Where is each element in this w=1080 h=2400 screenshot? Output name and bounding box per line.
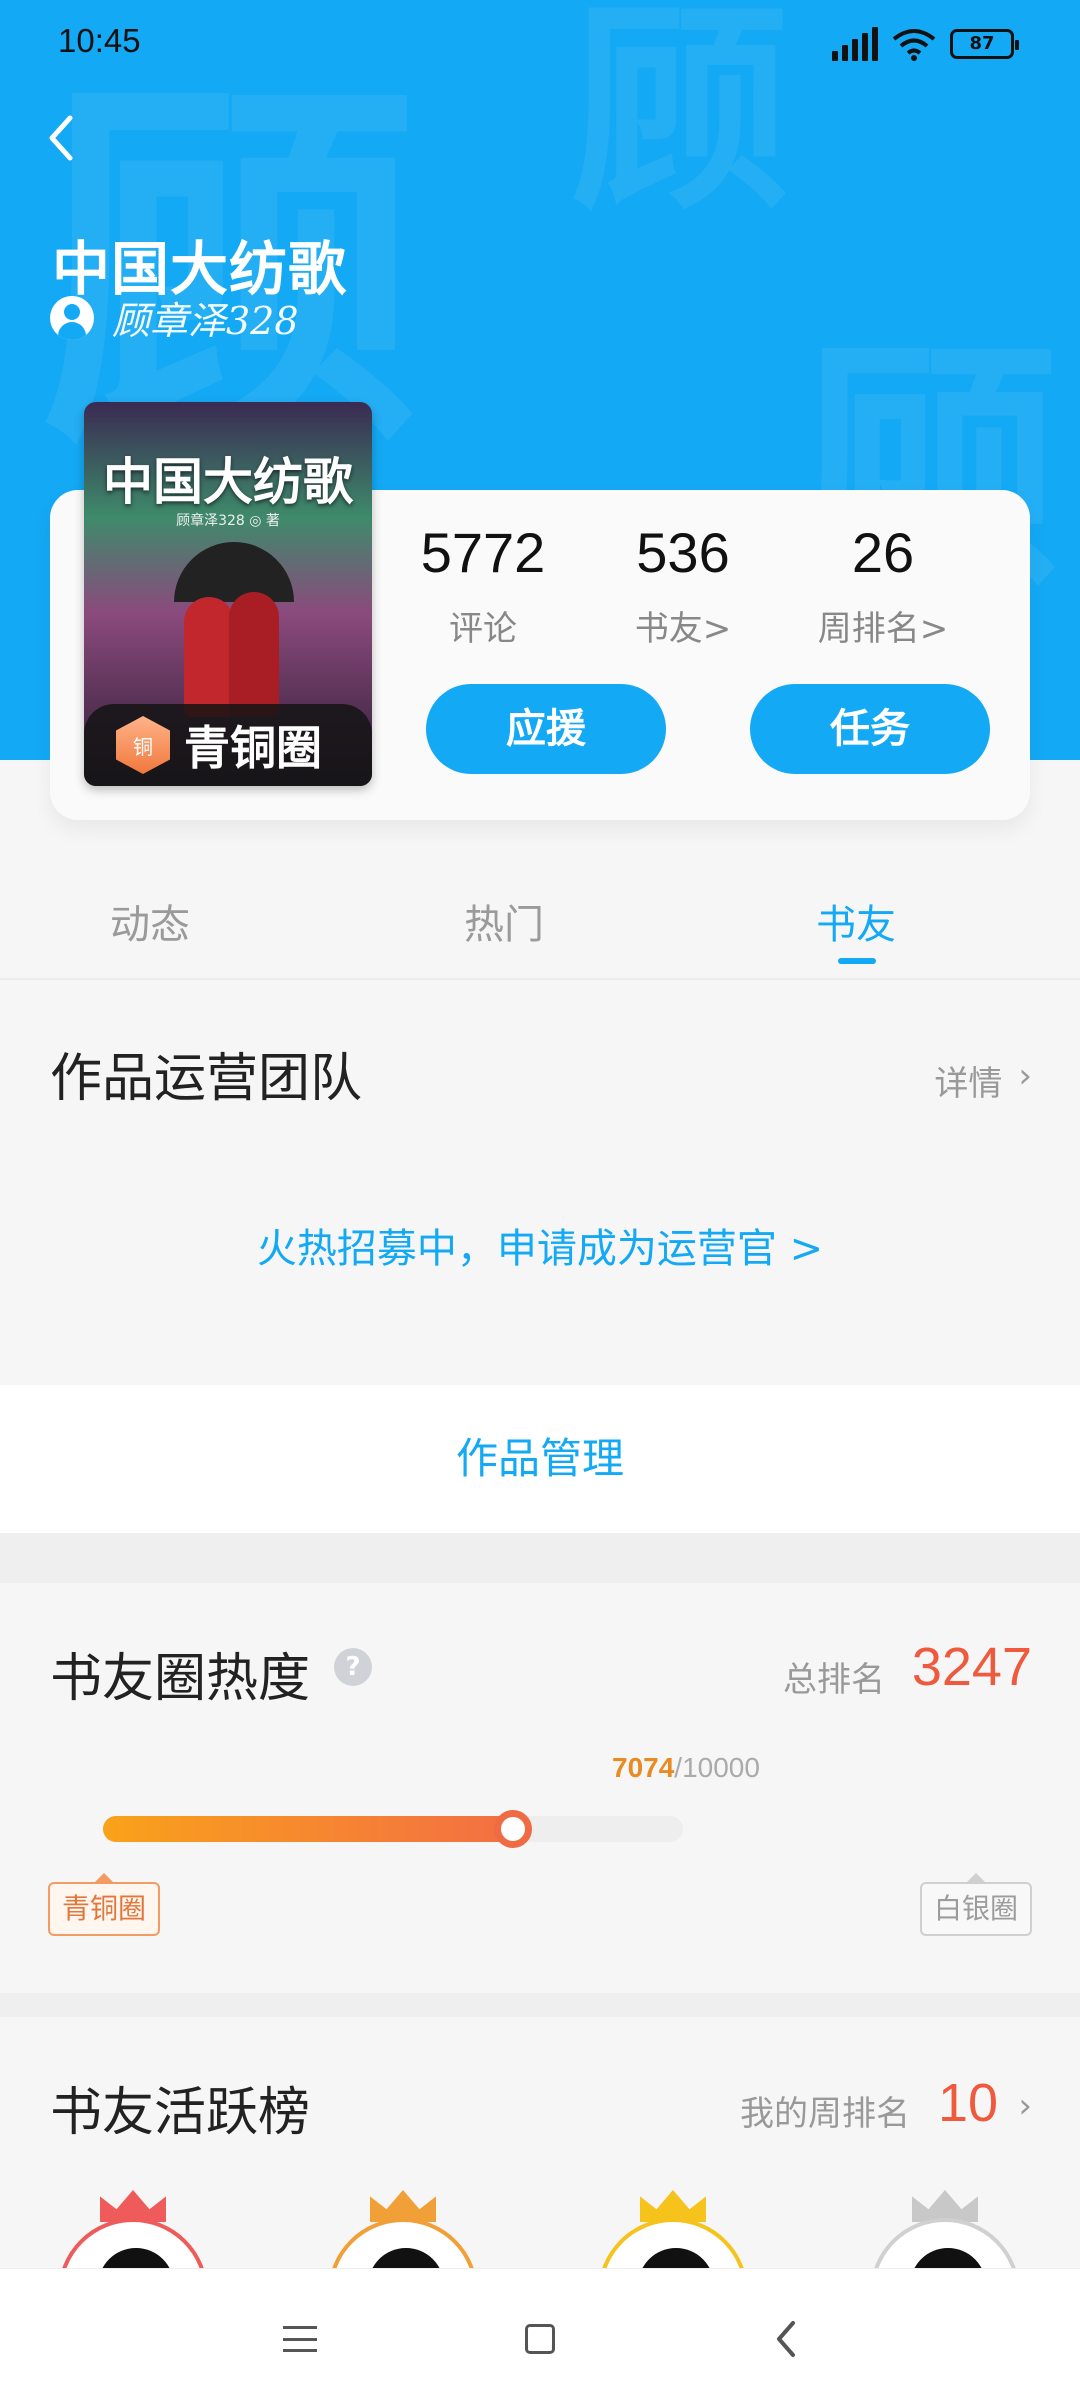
progress-knob bbox=[494, 1810, 532, 1848]
chevron-right-icon: › bbox=[1018, 1056, 1032, 1096]
author-name: 顾章泽328 bbox=[112, 299, 299, 343]
cover-figure bbox=[184, 597, 234, 717]
team-section-title: 作品运营团队 bbox=[50, 1049, 363, 1109]
battery-icon: 87 bbox=[950, 29, 1019, 59]
tab-bar: 动态 热门 书友 bbox=[0, 880, 1080, 980]
home-button[interactable] bbox=[510, 2309, 570, 2369]
stat-value: 5772 bbox=[420, 521, 546, 584]
stat-value: 26 bbox=[851, 521, 915, 584]
level-to-tag: 白银圈 bbox=[919, 1873, 1032, 1936]
help-icon[interactable]: ? bbox=[334, 1648, 372, 1686]
progress-current: 7074 bbox=[612, 1752, 675, 1783]
heat-section-title: 书友圈热度 bbox=[50, 1649, 311, 1709]
level-from-tag: 青铜圈 bbox=[48, 1873, 161, 1936]
team-detail-link[interactable]: 详情 › bbox=[934, 1056, 1032, 1105]
cover-umbrella bbox=[174, 542, 294, 602]
tab-readers[interactable]: 书友 bbox=[816, 892, 896, 950]
system-nav-bar bbox=[0, 2268, 1080, 2400]
status-icons: 87 bbox=[832, 24, 1019, 64]
recent-apps-button[interactable] bbox=[270, 2309, 330, 2369]
home-icon bbox=[525, 2324, 555, 2354]
status-bar: 10:45 87 bbox=[0, 0, 1080, 84]
nav-back-button[interactable] bbox=[756, 2309, 816, 2369]
stat-label: 书友> bbox=[634, 609, 732, 649]
total-rank-label: 总排名 bbox=[783, 1660, 885, 1700]
bronze-medal-icon: 铜 bbox=[116, 716, 170, 774]
cover-title: 中国大纺歌 bbox=[103, 452, 353, 511]
wifi-icon bbox=[892, 29, 936, 61]
stat-comments: 5772 评论 bbox=[383, 520, 583, 650]
progress-label: 7074/10000 bbox=[612, 1752, 760, 1784]
my-rank-value[interactable]: 10 bbox=[938, 2072, 998, 2134]
book-cover[interactable]: 中国大纺歌 顾章泽328 ◎ 著 铜 青铜圈 bbox=[84, 402, 372, 786]
stat-weekly-rank[interactable]: 26 周排名> bbox=[783, 520, 983, 650]
chevron-right-icon[interactable]: › bbox=[1018, 2086, 1032, 2126]
stat-label: 周排名> bbox=[817, 609, 949, 649]
stat-label: 评论 bbox=[449, 609, 517, 649]
progress-fill bbox=[103, 1816, 513, 1842]
signal-icon bbox=[832, 27, 878, 61]
manage-button[interactable]: 作品管理 bbox=[0, 1385, 1080, 1533]
tab-indicator bbox=[838, 958, 876, 964]
support-button[interactable]: 应援 bbox=[426, 684, 666, 774]
detail-label: 详情 bbox=[934, 1064, 1003, 1104]
total-rank-value: 3247 bbox=[911, 1637, 1032, 1697]
author-row[interactable]: 顾章泽328 bbox=[50, 290, 299, 345]
cover-figure bbox=[229, 592, 279, 717]
badge-label: 青铜圈 bbox=[184, 721, 322, 775]
tab-activity[interactable]: 动态 bbox=[110, 892, 190, 950]
recruit-link[interactable]: 火热招募中，申请成为运营官 > bbox=[0, 1216, 1080, 1274]
my-rank-label[interactable]: 我的周排名 bbox=[740, 2086, 910, 2135]
stat-readers[interactable]: 536 书友> bbox=[583, 520, 783, 650]
task-button[interactable]: 任务 bbox=[750, 684, 990, 774]
active-board-title: 书友活跃榜 bbox=[50, 2083, 311, 2143]
stat-value: 536 bbox=[636, 521, 730, 584]
cover-subtitle: 顾章泽328 ◎ 著 bbox=[176, 513, 280, 529]
back-icon bbox=[777, 2321, 795, 2357]
status-time: 10:45 bbox=[58, 22, 141, 59]
progress-total: /10000 bbox=[674, 1752, 760, 1783]
circle-level-badge: 铜 青铜圈 bbox=[84, 704, 372, 786]
section-divider bbox=[0, 1533, 1080, 1583]
tab-popular[interactable]: 热门 bbox=[464, 892, 544, 950]
back-button[interactable] bbox=[42, 110, 90, 170]
section-divider bbox=[0, 1993, 1080, 2017]
user-icon bbox=[50, 295, 94, 340]
chevron-left-icon bbox=[49, 115, 73, 161]
menu-icon bbox=[283, 2326, 317, 2352]
